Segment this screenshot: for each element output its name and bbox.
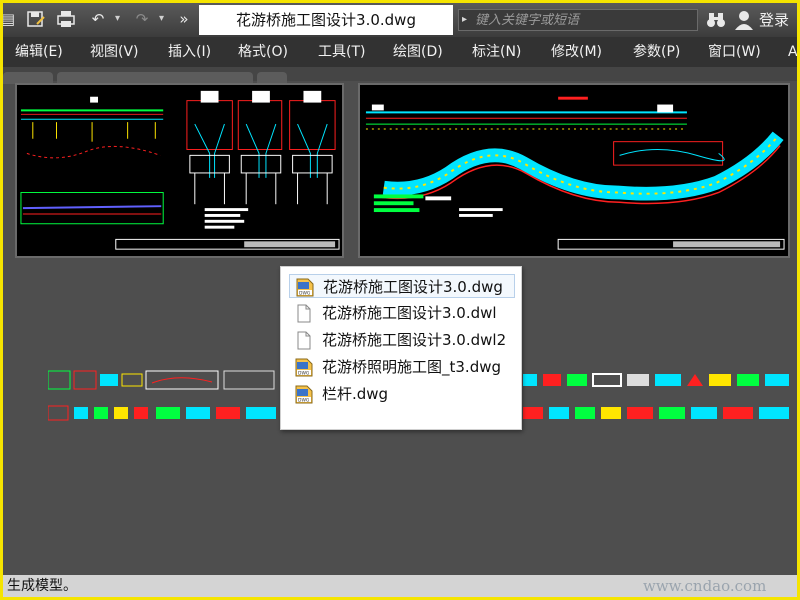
file-name: 花游桥施工图设计3.0.dwl2 <box>322 331 507 349</box>
menu-bar: 编辑(E) 视图(V) 插入(I) 格式(O) 工具(T) 绘图(D) 标注(N… <box>3 37 797 67</box>
recent-files-dropdown: DWG 花游桥施工图设计3.0.dwg 花游桥施工图设计3.0.dwl 花游桥施… <box>280 266 522 430</box>
menu-modify[interactable]: 修改(M) <box>551 37 602 67</box>
menu-parameter[interactable]: 参数(P) <box>633 37 680 67</box>
menu-edit[interactable]: 编辑(E) <box>15 37 63 67</box>
drawing-thumbnail-left[interactable] <box>15 83 344 258</box>
file-item-dwl2[interactable]: 花游桥施工图设计3.0.dwl2 <box>289 328 515 352</box>
redo-icon[interactable]: ↷ <box>131 8 153 30</box>
search-input[interactable] <box>475 10 695 30</box>
menu-tools[interactable]: 工具(T) <box>318 37 365 67</box>
status-bar: 生成模型。 www.cndao.com <box>3 575 797 597</box>
app-menu-icon[interactable]: ▤ <box>3 8 19 30</box>
menu-window[interactable]: 窗口(W) <box>708 37 761 67</box>
dwg-file-icon: DWG <box>295 385 313 404</box>
save-as-icon[interactable] <box>25 8 47 30</box>
file-item-railing-dwg[interactable]: DWG 栏杆.dwg <box>289 382 515 406</box>
svg-text:DWG: DWG <box>298 371 310 377</box>
bridge-plan-drawing <box>365 96 785 250</box>
bridge-section-drawing <box>20 90 340 250</box>
svg-text:DWG: DWG <box>298 398 310 404</box>
file-item-dwl[interactable]: 花游桥施工图设计3.0.dwl <box>289 301 515 325</box>
svg-text:DWG: DWG <box>299 291 311 297</box>
search-expand-icon[interactable]: ▸ <box>462 10 467 30</box>
menu-dimension[interactable]: 标注(N) <box>472 37 521 67</box>
blank-file-icon <box>295 331 313 350</box>
menu-format[interactable]: 格式(O) <box>238 37 288 67</box>
redo-dropdown-icon[interactable]: ▾ <box>159 9 164 29</box>
cad-application-window: ▤ ↶ ▾ ↷ ▾ » 花游桥施工图设计3.0.dwg ▸ 登录 编辑(E) 视… <box>3 3 797 597</box>
block-row-1-right <box>523 368 791 392</box>
document-title: 花游桥施工图设计3.0.dwg <box>199 5 453 35</box>
document-tab-strip <box>3 67 797 84</box>
dwg-file-icon: DWG <box>295 358 313 377</box>
undo-dropdown-icon[interactable]: ▾ <box>115 9 120 29</box>
block-row-1-left <box>47 368 278 392</box>
more-icon[interactable]: » <box>173 8 195 30</box>
menu-draw[interactable]: 绘图(D) <box>393 37 443 67</box>
user-icon[interactable] <box>734 9 754 31</box>
file-name: 花游桥施工图设计3.0.dwg <box>323 278 503 296</box>
drawing-thumbnail-right[interactable] <box>358 83 790 258</box>
block-row-2-left <box>47 401 278 425</box>
file-name: 花游桥照明施工图_t3.dwg <box>322 358 502 376</box>
menu-view[interactable]: 视图(V) <box>90 37 139 67</box>
login-link[interactable]: 登录 <box>759 9 789 31</box>
block-row-2-right <box>523 401 791 425</box>
search-box[interactable]: ▸ <box>458 9 698 31</box>
binoculars-icon[interactable] <box>705 9 727 31</box>
dwg-file-icon: DWG <box>296 278 314 297</box>
print-icon[interactable] <box>55 8 77 30</box>
title-bar: ▤ ↶ ▾ ↷ ▾ » 花游桥施工图设计3.0.dwg ▸ 登录 <box>3 3 797 37</box>
file-item-lighting-dwg[interactable]: DWG 花游桥照明施工图_t3.dwg <box>289 355 515 379</box>
file-item-dwg-main[interactable]: DWG 花游桥施工图设计3.0.dwg <box>289 274 515 298</box>
menu-insert[interactable]: 插入(I) <box>168 37 211 67</box>
undo-icon[interactable]: ↶ <box>87 8 109 30</box>
file-name: 花游桥施工图设计3.0.dwl <box>322 304 497 322</box>
menu-more[interactable]: A <box>788 37 797 67</box>
watermark: www.cndao.com <box>643 577 767 595</box>
status-text: 生成模型。 <box>7 578 77 594</box>
file-name: 栏杆.dwg <box>322 385 389 403</box>
blank-file-icon <box>295 304 313 323</box>
